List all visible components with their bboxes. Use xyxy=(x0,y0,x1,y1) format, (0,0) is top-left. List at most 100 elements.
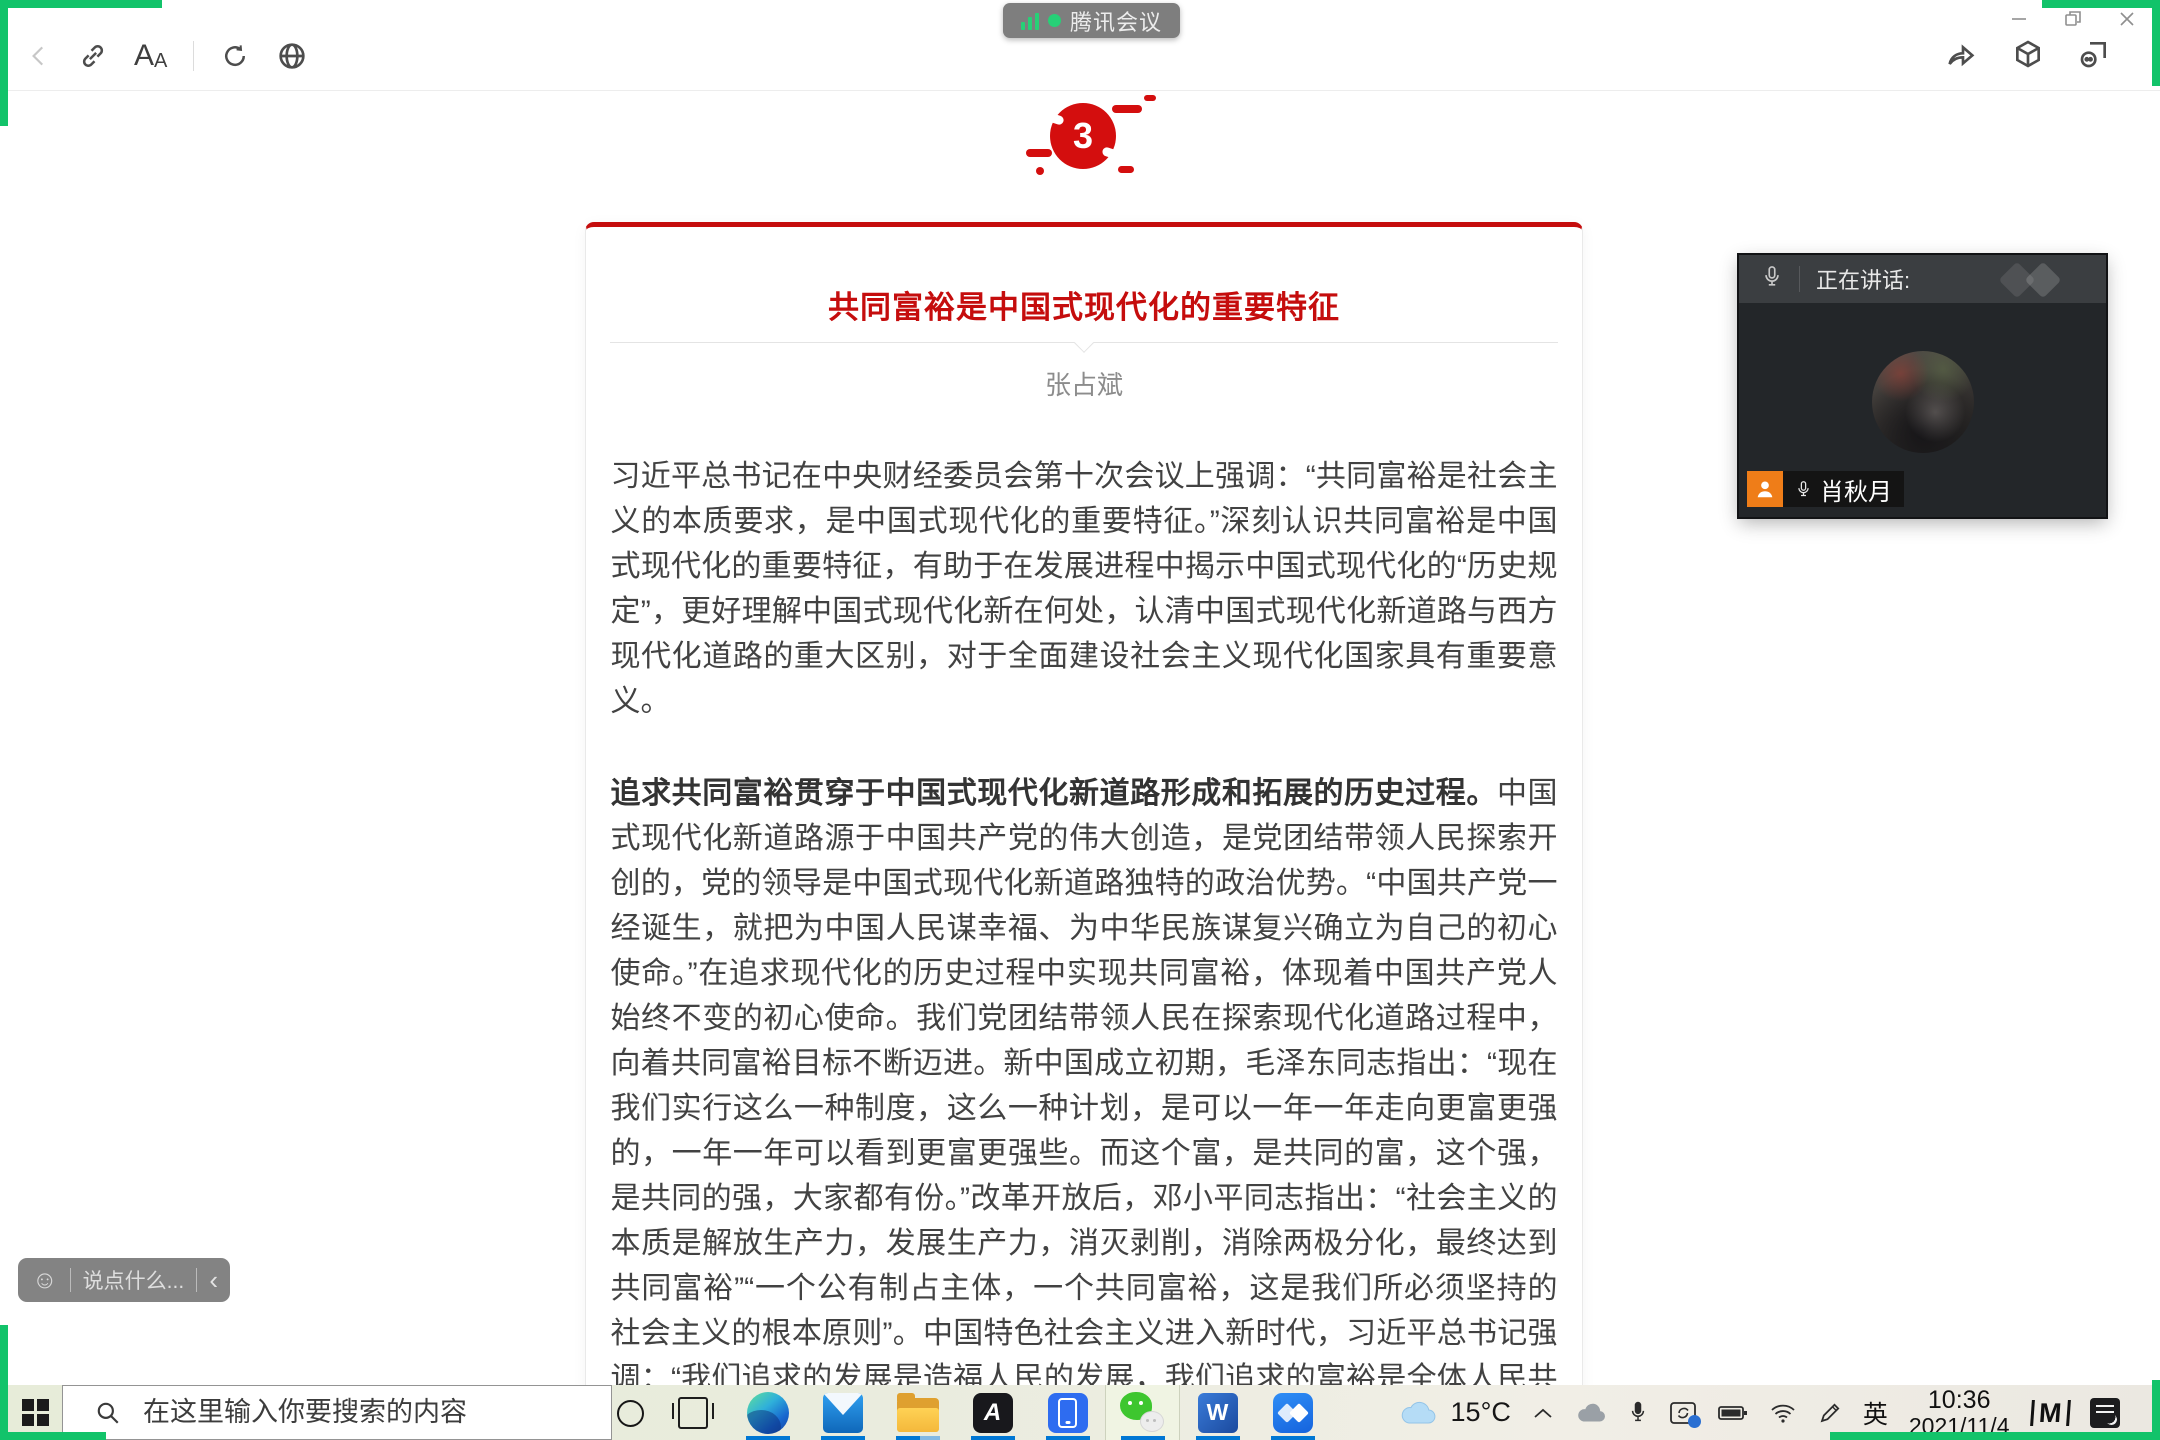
share-arrow-icon xyxy=(1948,44,1975,67)
taskbar-app-acrobat[interactable]: A xyxy=(955,1385,1030,1440)
badge-splash xyxy=(1036,167,1044,175)
screen-share-border xyxy=(0,1325,8,1440)
screen-share-status-button[interactable] xyxy=(1669,1400,1701,1428)
cast-active-dot xyxy=(1687,1414,1701,1428)
file-explorer-icon xyxy=(896,1392,939,1432)
input-language-indicator[interactable]: 英 xyxy=(1863,1395,1888,1431)
screen-share-border xyxy=(1830,1432,2160,1440)
word-icon: W xyxy=(1197,1392,1238,1433)
float-window-icon xyxy=(2080,42,2106,68)
participant-name-row: 肖秋月 xyxy=(1747,471,1904,507)
meeting-banner-label: 腾讯会议 xyxy=(1070,9,1163,35)
action-center-button[interactable] xyxy=(2090,1397,2120,1428)
restore-button[interactable] xyxy=(2058,6,2088,32)
collapse-chat-icon[interactable]: ‹ xyxy=(209,1267,218,1293)
meeting-live-dot-icon xyxy=(1048,14,1061,27)
taskbar-app-file-explorer[interactable] xyxy=(880,1385,955,1440)
start-button[interactable] xyxy=(22,1399,49,1426)
participant-avatar xyxy=(1871,351,1974,453)
battery-button[interactable] xyxy=(1717,1404,1748,1422)
meeting-watermark-icon xyxy=(1996,261,2076,299)
badge-circle: 3 xyxy=(1050,103,1116,169)
taskbar-clock[interactable]: 10:36 2021/11/4 xyxy=(1909,1387,2010,1439)
refresh-icon xyxy=(225,45,246,67)
restore-icon xyxy=(2065,11,2081,26)
participant-name-label: 肖秋月 xyxy=(1783,471,1904,507)
weather-temperature[interactable]: 15°C xyxy=(1451,1397,1511,1428)
meeting-video-panel[interactable]: 正在讲话: 肖秋月 xyxy=(1739,255,2106,517)
minimize-button[interactable] xyxy=(2004,6,2034,32)
video-panel-header[interactable]: 正在讲话: xyxy=(1739,255,2106,303)
m-tray-app-icon[interactable]: M xyxy=(2029,1398,2070,1428)
running-indicator xyxy=(1045,1436,1090,1440)
task-view-button[interactable] xyxy=(655,1385,730,1440)
copy-link-button[interactable] xyxy=(78,41,108,71)
weather-button[interactable] xyxy=(1398,1398,1438,1428)
badge-splash xyxy=(1118,166,1134,173)
emoji-icon[interactable]: ☺ xyxy=(32,1267,58,1293)
running-indicator xyxy=(970,1436,1015,1440)
screen-share-border xyxy=(2152,0,2160,86)
battery-icon xyxy=(1717,1405,1747,1420)
cube-icon xyxy=(2016,40,2040,68)
close-button[interactable] xyxy=(2112,6,2142,32)
font-size-button[interactable]: AA xyxy=(134,41,167,72)
float-window-button[interactable] xyxy=(2078,38,2110,70)
tray-microphone-button[interactable] xyxy=(1628,1399,1648,1426)
refresh-button[interactable] xyxy=(220,41,250,71)
taskbar-app-phone[interactable] xyxy=(1030,1385,1105,1440)
badge-splash xyxy=(1144,95,1156,101)
article-body: 习近平总书记在中央财经委员会第十次会议上强调：“共同富裕是社会主义的本质要求，是… xyxy=(610,454,1558,1390)
article-number-badge: 3 xyxy=(1026,95,1156,175)
taskbar-app-wechat[interactable] xyxy=(1105,1385,1180,1440)
tray-mic-icon xyxy=(1631,1401,1645,1422)
chat-divider xyxy=(69,1268,71,1292)
open-in-browser-button[interactable] xyxy=(276,40,308,72)
running-indicator xyxy=(895,1436,940,1440)
screen-share-border xyxy=(0,1432,106,1440)
badge-splash xyxy=(1112,105,1142,113)
onedrive-button[interactable] xyxy=(1575,1402,1607,1424)
article-card: 共同富裕是中国式现代化的重要特征 张占斌 习近平总书记在中央财经委员会第十次会议… xyxy=(585,222,1583,1391)
header-divider xyxy=(1799,266,1800,292)
pen-icon xyxy=(1820,1403,1840,1422)
chat-quick-bar: ☺ 说点什么... ‹ xyxy=(18,1258,230,1302)
running-indicator xyxy=(745,1436,790,1440)
badge-number: 3 xyxy=(1072,115,1094,156)
taskbar-app-mail[interactable] xyxy=(805,1385,880,1440)
screen-share-border xyxy=(2042,0,2160,8)
chevron-up-icon xyxy=(1534,1408,1552,1418)
screen-share-border xyxy=(2152,1380,2160,1440)
person-icon xyxy=(1757,481,1773,498)
search-input[interactable] xyxy=(141,1396,585,1429)
microphone-icon xyxy=(1761,264,1783,295)
close-icon xyxy=(2120,12,2134,26)
participant-role-badge xyxy=(1747,471,1783,507)
mail-icon xyxy=(822,1392,863,1433)
mini-app-button[interactable] xyxy=(2012,38,2044,70)
video-feed: 肖秋月 xyxy=(1739,303,2106,517)
action-center-icon xyxy=(2090,1397,2120,1428)
wifi-icon xyxy=(1771,1404,1795,1423)
edge-icon xyxy=(746,1391,789,1434)
taskbar-app-tencent-meeting[interactable] xyxy=(1255,1385,1330,1440)
tray-overflow-button[interactable] xyxy=(1532,1405,1554,1421)
taskbar-search-box[interactable] xyxy=(62,1385,612,1440)
tencent-meeting-icon xyxy=(1272,1392,1313,1433)
taskbar-app-word[interactable]: W xyxy=(1180,1385,1255,1440)
meeting-status-banner[interactable]: 腾讯会议 xyxy=(1003,3,1181,38)
pen-button[interactable] xyxy=(1818,1401,1842,1425)
running-indicator xyxy=(1120,1436,1165,1440)
paragraph: 追求共同富裕贯穿于中国式现代化新道路形成和拓展的历史过程。中国式现代化新道路源于… xyxy=(610,771,1558,1390)
share-button[interactable] xyxy=(1944,38,1978,70)
paragraph-lead-bold: 追求共同富裕贯穿于中国式现代化新道路形成和拓展的历史过程。 xyxy=(610,777,1497,810)
cortana-button[interactable] xyxy=(617,1400,644,1427)
participant-name: 肖秋月 xyxy=(1820,478,1892,506)
globe-icon xyxy=(279,43,306,69)
chat-input[interactable]: 说点什么... xyxy=(83,1265,185,1295)
taskbar-app-edge[interactable] xyxy=(730,1385,805,1440)
back-button[interactable] xyxy=(26,41,52,71)
desktop-screen: 腾讯会议 AA 3 共同富裕是中国式现代化的重要特征 张占斌 习近平总书记在中央… xyxy=(0,0,2160,1440)
minimize-icon xyxy=(2012,18,2026,20)
wifi-button[interactable] xyxy=(1769,1402,1797,1424)
